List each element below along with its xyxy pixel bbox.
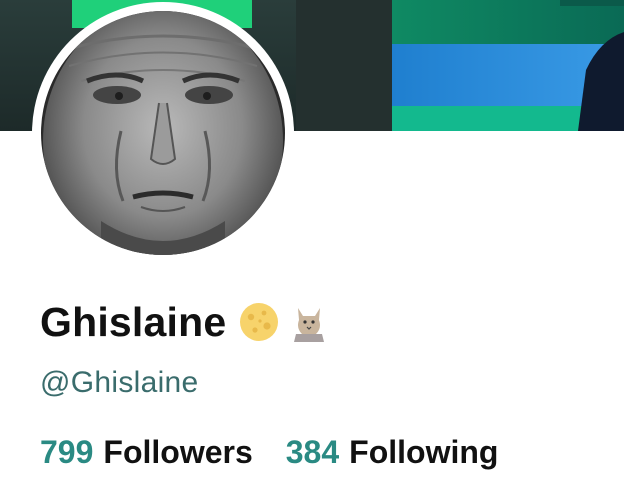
followers-count: 799: [40, 434, 94, 470]
display-name: Ghislaine: [40, 298, 227, 345]
user-handle: @Ghislaine: [40, 366, 199, 399]
follow-stats: 799 Followers 384 Following: [40, 434, 498, 471]
following-label: Following: [349, 434, 499, 470]
profile-card: Ghislaine @Ghislaine 799 Followers 384 F…: [0, 0, 624, 490]
cat-emoji: [292, 302, 327, 342]
avatar[interactable]: [41, 11, 285, 255]
following-count: 384: [285, 434, 340, 470]
followers-label: Followers: [103, 434, 253, 470]
following-link[interactable]: 384 Following: [286, 434, 499, 471]
name-row: Ghislaine: [40, 292, 327, 352]
followers-link[interactable]: 799 Followers: [40, 434, 253, 471]
moon-emoji: [238, 301, 280, 343]
avatar-portrait-image: [41, 11, 285, 255]
